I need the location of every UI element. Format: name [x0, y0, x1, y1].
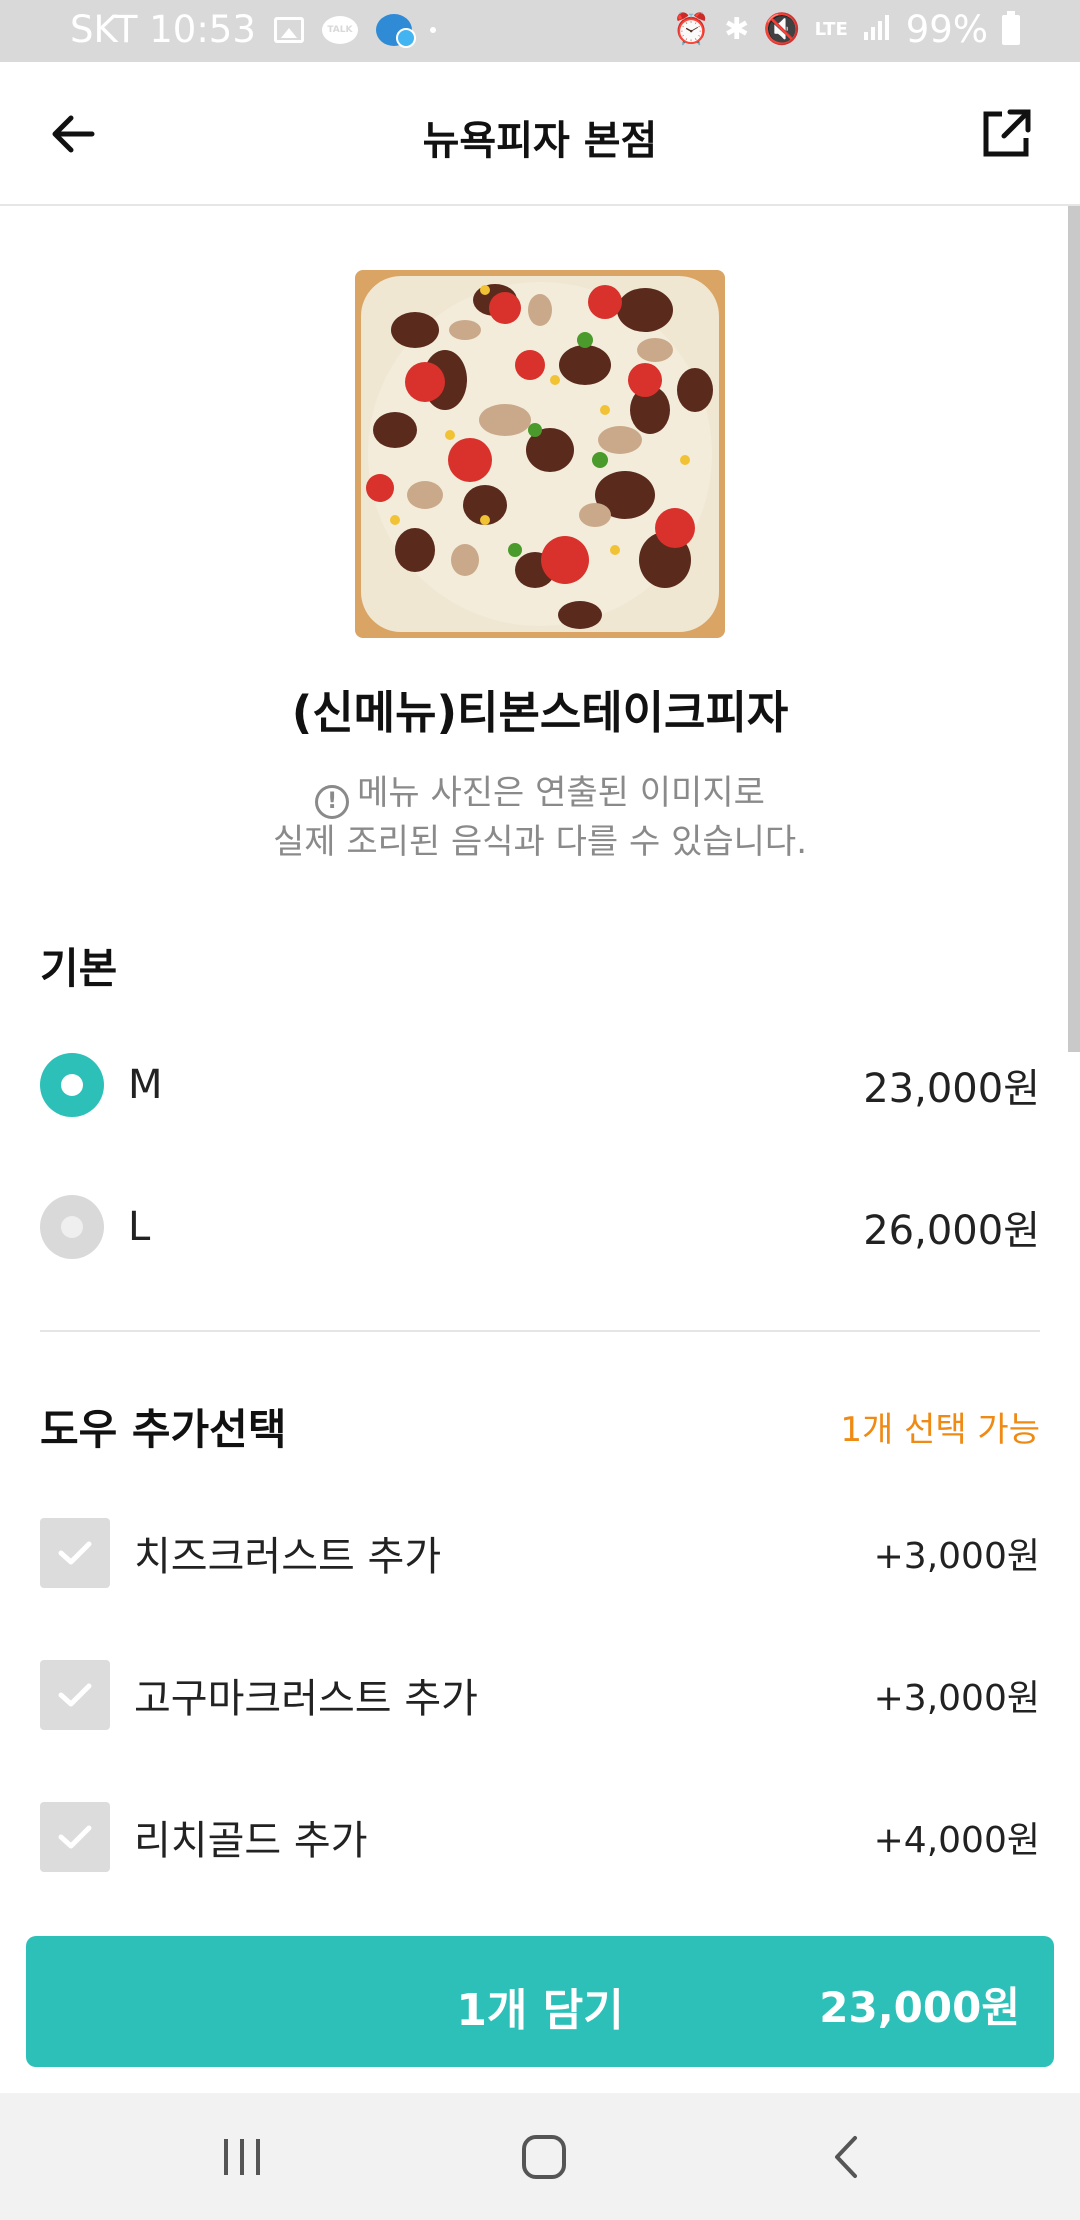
selection-limit-note: 1개 선택 가능	[840, 1410, 1040, 1450]
status-bar: SKT 10:53 TALK ⏰ ✱ 🔇 LTE 99%	[0, 0, 1080, 62]
option-label: M	[128, 1062, 163, 1108]
section-title-basic: 기본	[40, 944, 118, 993]
gallery-icon	[273, 16, 304, 43]
option-sweet-potato-crust[interactable]: 고구마크러스트 추가 +3,000원	[40, 1660, 1040, 1730]
system-nav-bar	[0, 2093, 1080, 2220]
page-title: 뉴욕피자 본점	[422, 118, 658, 164]
notice-text-1: 메뉴 사진은 연출된 이미지로	[357, 773, 765, 813]
option-price: 26,000원	[863, 1208, 1040, 1254]
talk-icon: TALK	[321, 15, 358, 44]
option-size-l[interactable]: L 26,000원	[40, 1192, 1040, 1262]
add-to-cart-button[interactable]: 1개 담기 23,000원	[26, 1936, 1054, 2067]
option-price: 23,000원	[863, 1066, 1040, 1112]
bluetooth-icon: ✱	[724, 12, 750, 47]
option-label: 치즈크러스트 추가	[134, 1534, 442, 1580]
radio-unselected-icon[interactable]	[40, 1195, 104, 1259]
radio-selected-icon[interactable]	[40, 1053, 104, 1117]
battery-percent: 99%	[905, 8, 988, 51]
option-price: +4,000원	[873, 1820, 1040, 1861]
checkbox[interactable]	[40, 1802, 110, 1872]
signal-icon	[862, 8, 892, 51]
option-label: 리치골드 추가	[134, 1818, 368, 1864]
photo-notice: ! 메뉴 사진은 연출된 이미지로 실제 조리된 음식과 다를 수 있습니다.	[0, 770, 1080, 866]
chevron-left-icon	[835, 2135, 857, 2178]
notice-line-1: ! 메뉴 사진은 연출된 이미지로	[0, 770, 1080, 819]
notification-dot-icon	[429, 26, 436, 33]
system-back-button[interactable]	[786, 2093, 906, 2220]
share-icon	[983, 109, 1031, 157]
scrollbar[interactable]	[1068, 206, 1080, 1052]
option-size-m[interactable]: M 23,000원	[40, 1050, 1040, 1120]
menu-photo	[355, 270, 725, 638]
option-cheese-crust[interactable]: 치즈크러스트 추가 +3,000원	[40, 1518, 1040, 1588]
share-button[interactable]	[976, 104, 1036, 164]
option-price: +3,000원	[873, 1536, 1040, 1577]
section-title-dough: 도우 추가선택	[40, 1405, 287, 1454]
cloud-icon	[375, 13, 416, 48]
recent-apps-button[interactable]	[182, 2093, 302, 2220]
status-right: ⏰ ✱ 🔇 LTE 99%	[673, 8, 1020, 51]
home-button[interactable]	[484, 2093, 604, 2220]
option-rich-gold[interactable]: 리치골드 추가 +4,000원	[40, 1802, 1040, 1872]
section-divider	[40, 1330, 1040, 1332]
network-label: LTE	[814, 18, 848, 40]
battery-icon	[1002, 10, 1020, 45]
alarm-icon: ⏰	[672, 12, 711, 47]
notice-line-2: 실제 조리된 음식과 다를 수 있습니다.	[272, 822, 808, 862]
recent-apps-icon	[224, 2138, 260, 2175]
status-left: SKT 10:53 TALK	[70, 8, 436, 51]
menu-name: (신메뉴)티본스테이크피자	[291, 686, 789, 739]
checkmark-icon	[58, 1683, 92, 1707]
carrier-time: SKT 10:53	[70, 8, 256, 51]
home-icon	[522, 2134, 566, 2179]
mute-icon: 🔇	[763, 12, 801, 47]
checkbox[interactable]	[40, 1660, 110, 1730]
app-header: 뉴욕피자 본점	[0, 62, 1080, 206]
pizza-image	[355, 270, 725, 638]
info-icon: !	[315, 785, 350, 819]
option-label: 고구마크러스트 추가	[134, 1676, 478, 1722]
checkbox[interactable]	[40, 1518, 110, 1588]
checkmark-icon	[58, 1541, 92, 1565]
add-to-cart-price: 23,000원	[819, 1983, 1020, 2032]
option-label: L	[128, 1204, 151, 1250]
checkmark-icon	[58, 1825, 92, 1849]
option-price: +3,000원	[873, 1678, 1040, 1719]
